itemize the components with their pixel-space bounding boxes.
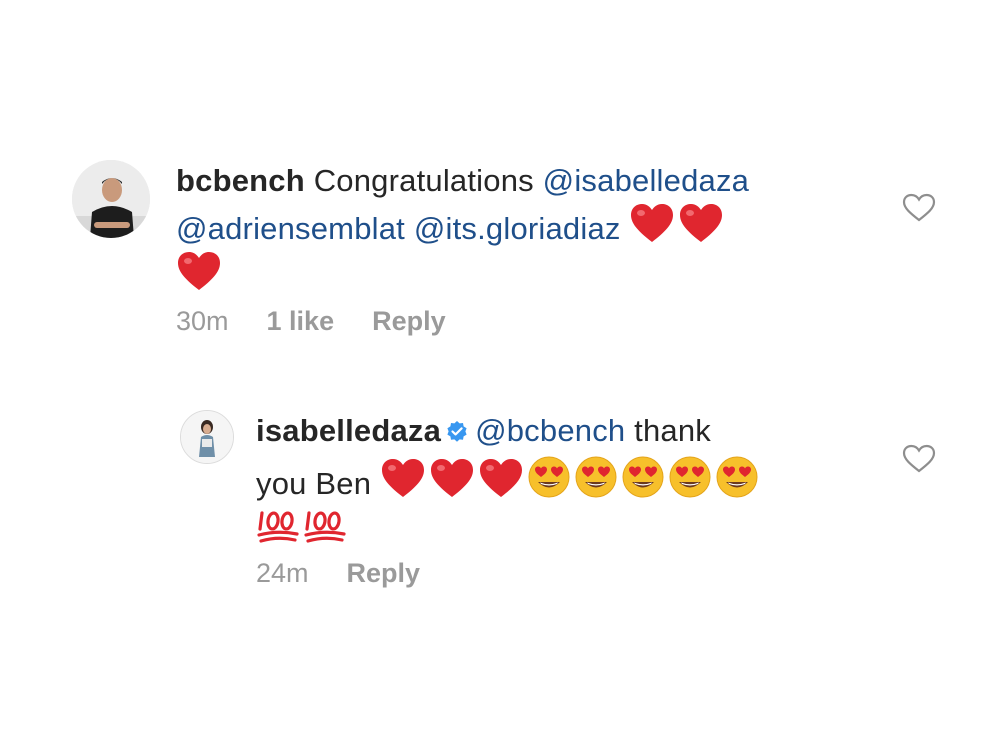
- username-bcbench[interactable]: bcbench: [176, 163, 305, 198]
- heart-eyes-emoji: [621, 455, 665, 499]
- comment-body-line2: you Ben: [256, 466, 372, 501]
- red-heart-emoji: [176, 250, 222, 292]
- heart-eyes-emoji: [668, 455, 712, 499]
- avatar-isabelledaza[interactable]: [180, 410, 234, 464]
- red-heart-emoji: [429, 457, 475, 499]
- avatar-isabelledaza-image: [181, 411, 233, 463]
- red-heart-emoji: [678, 202, 724, 244]
- likes-count[interactable]: 1 like: [267, 306, 335, 336]
- hundred-points-emoji: [303, 505, 347, 545]
- mention-isabelledaza[interactable]: @isabelledaza: [543, 163, 749, 198]
- comment-text-isabelledaza: isabelledaza @bcbench thank you Ben: [256, 410, 856, 551]
- comment-body: Congratulations: [313, 163, 534, 198]
- hundred-points-emoji: [256, 505, 300, 545]
- comment-timestamp: 30m: [176, 306, 229, 336]
- heart-eyes-emoji: [527, 455, 571, 499]
- comment-timestamp: 24m: [256, 558, 309, 588]
- red-heart-emoji: [629, 202, 675, 244]
- like-heart-icon[interactable]: [902, 193, 936, 223]
- red-heart-emoji: [380, 457, 426, 499]
- red-heart-emoji: [478, 457, 524, 499]
- comment-meta-isabelledaza: 24m Reply: [256, 558, 458, 589]
- reply-button[interactable]: Reply: [347, 558, 421, 588]
- comment-text-bcbench: bcbench Congratulations @isabelledaza @a…: [176, 160, 876, 298]
- avatar-bcbench-image: [72, 160, 150, 238]
- comment-meta-bcbench: 30m 1 like Reply: [176, 306, 484, 337]
- mention-adriensemblat[interactable]: @adriensemblat: [176, 211, 405, 246]
- avatar-bcbench[interactable]: [72, 160, 150, 238]
- username-isabelledaza[interactable]: isabelledaza: [256, 413, 441, 448]
- mention-its-gloriadiaz[interactable]: @its.gloriadiaz: [414, 211, 621, 246]
- like-heart-icon[interactable]: [902, 444, 936, 474]
- heart-eyes-emoji: [715, 455, 759, 499]
- comment-body-line1: thank: [634, 413, 712, 448]
- mention-bcbench[interactable]: @bcbench: [475, 413, 625, 448]
- reply-button[interactable]: Reply: [372, 306, 446, 336]
- verified-badge-icon: [445, 413, 469, 455]
- heart-eyes-emoji: [574, 455, 618, 499]
